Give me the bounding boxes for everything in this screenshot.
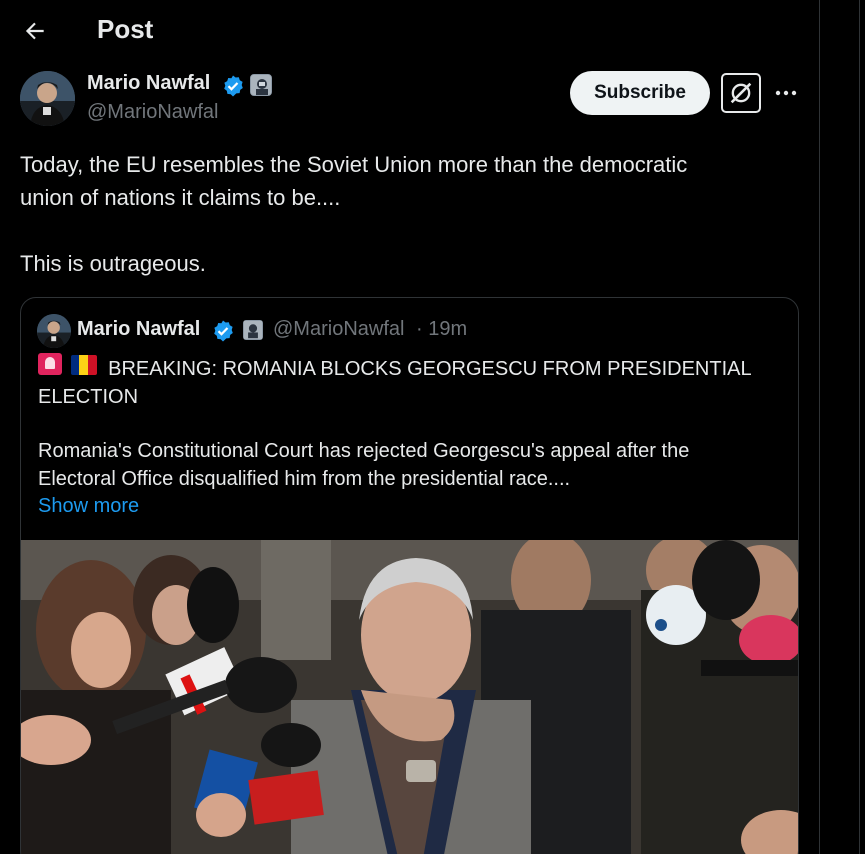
quote-timestamp: · 19m [416,318,468,340]
affiliation-badge-icon[interactable] [250,74,272,96]
author-avatar[interactable] [20,71,75,126]
romania-flag-icon [70,355,97,375]
right-sidebar-edge [821,0,865,854]
more-icon [775,90,797,96]
subscribe-button[interactable]: Subscribe [570,71,710,115]
quote-headline-line: BREAKING: ROMANIA BLOCKS GEORGESCU FROM … [38,353,783,384]
arrow-left-icon [25,22,44,40]
verified-badge-icon[interactable] [221,74,245,103]
post-text-line: union of nations it claims to be.... [20,185,341,210]
siren-icon [38,353,62,375]
quote-media-photo[interactable] [21,540,798,854]
post-header: Post [0,0,820,60]
author-handle[interactable]: @MarioNawfal [87,101,218,124]
post-text-line: Today, the EU resembles the Soviet Union… [20,152,688,177]
quote-headline: BREAKING: ROMANIA BLOCKS GEORGESCU FROM … [108,358,752,380]
quote-author-handle: @MarioNawfal [273,318,405,340]
author-name[interactable]: Mario Nawfal [87,72,210,95]
post-body: Today, the EU resembles the Soviet Union… [20,148,800,280]
quote-body-line: Electoral Office disqualified him from t… [38,467,571,490]
grok-button[interactable] [721,73,761,113]
affiliation-badge-icon [243,320,263,340]
show-more-link[interactable]: Show more [38,493,783,521]
post-column: Post Mario Nawfal @MarioNawfal Subscribe [0,0,820,854]
grok-icon [730,82,752,104]
verified-badge-icon [211,319,235,348]
back-button[interactable] [18,14,52,48]
post-text-line: This is outrageous. [20,251,206,276]
more-options-button[interactable] [770,78,802,108]
quote-author-avatar[interactable] [37,314,71,348]
page-title: Post [97,14,154,44]
quote-author-name: Mario Nawfal [77,318,201,340]
quote-headline-continued: ELECTION [38,385,139,408]
quote-body: BREAKING: ROMANIA BLOCKS GEORGESCU FROM … [38,353,783,521]
quoted-post[interactable]: Mario Nawfal @MarioNawfal · 19m BREAKING [20,297,799,854]
quote-body-line: Romania's Constitutional Court has rejec… [38,440,690,462]
